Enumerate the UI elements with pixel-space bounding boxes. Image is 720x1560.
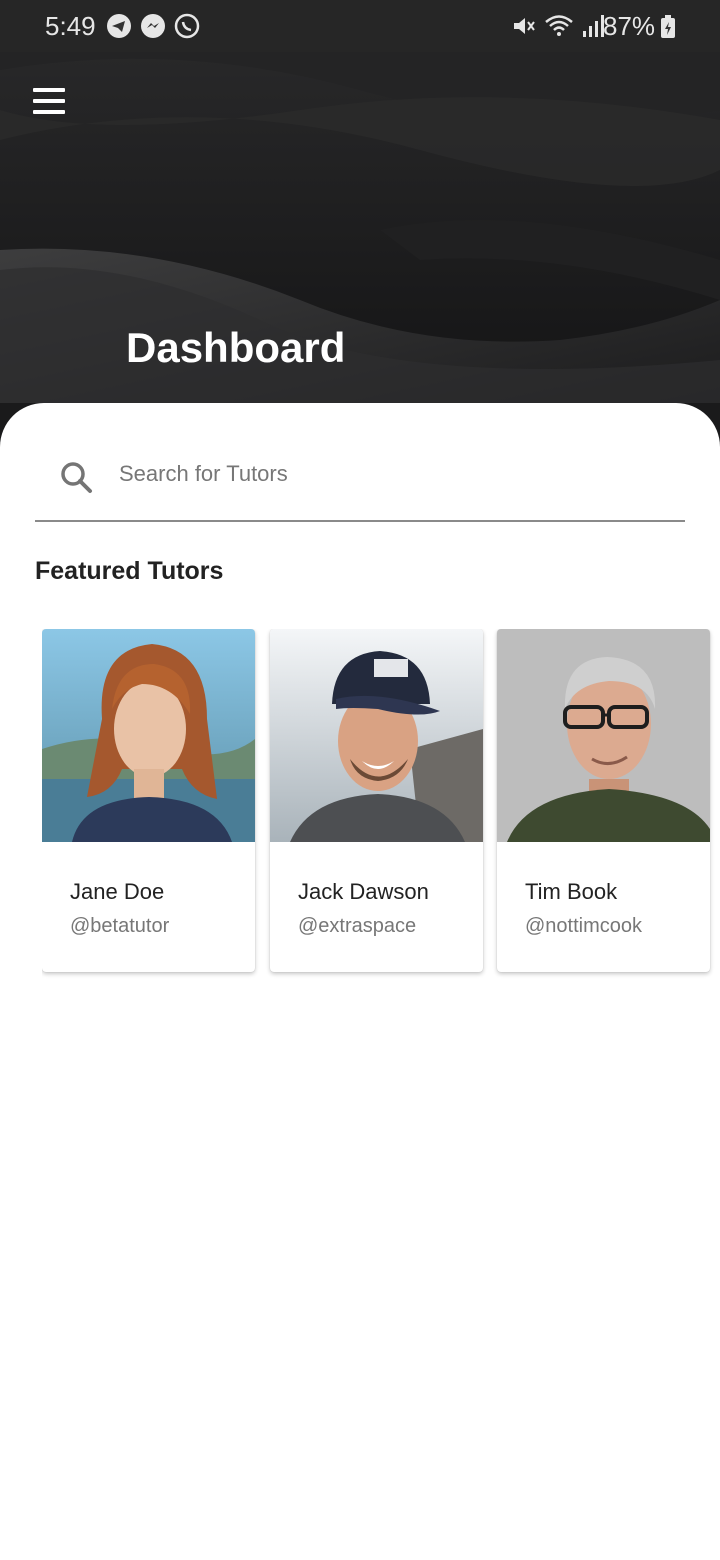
tutor-name: Tim Book — [525, 879, 618, 904]
search-input[interactable] — [119, 454, 659, 494]
signal-icon — [583, 15, 604, 37]
mute-icon — [514, 18, 535, 34]
status-time: 5:49 — [45, 11, 96, 41]
tutor-handle: @betatutor — [70, 915, 170, 937]
section-title: Featured Tutors — [35, 557, 224, 585]
status-bar: 5:49 87% — [0, 0, 720, 52]
tutor-handle: @extraspace — [298, 915, 417, 937]
header-banner — [0, 0, 720, 403]
tutor-photo — [497, 629, 710, 842]
search-icon — [61, 462, 92, 493]
hamburger-menu-icon[interactable] — [30, 88, 68, 118]
telegram-icon — [107, 14, 131, 38]
tutor-name: Jack Dawson — [298, 879, 429, 904]
tutor-card[interactable]: Jane Doe @betatutor — [42, 629, 255, 972]
tutor-name: Jane Doe — [70, 879, 165, 904]
tutor-photo — [270, 629, 483, 842]
messenger-icon — [141, 14, 165, 38]
dunes-background-image — [0, 0, 720, 403]
tutor-photo — [42, 629, 255, 842]
page-title: Dashboard — [126, 324, 346, 371]
battery-percentage: 87% — [603, 11, 656, 41]
battery-icon — [661, 15, 675, 38]
whatsapp-icon — [174, 13, 200, 39]
search-bar[interactable] — [35, 438, 685, 522]
tutor-carousel[interactable]: Jane Doe @betatutor Jack Dawson @extrasp… — [42, 629, 720, 979]
wifi-icon — [545, 15, 573, 36]
tutor-card[interactable]: Jack Dawson @extraspace — [270, 629, 483, 972]
tutor-handle: @nottimcook — [525, 915, 643, 937]
tutor-card[interactable]: Tim Book @nottimcook — [497, 629, 710, 972]
